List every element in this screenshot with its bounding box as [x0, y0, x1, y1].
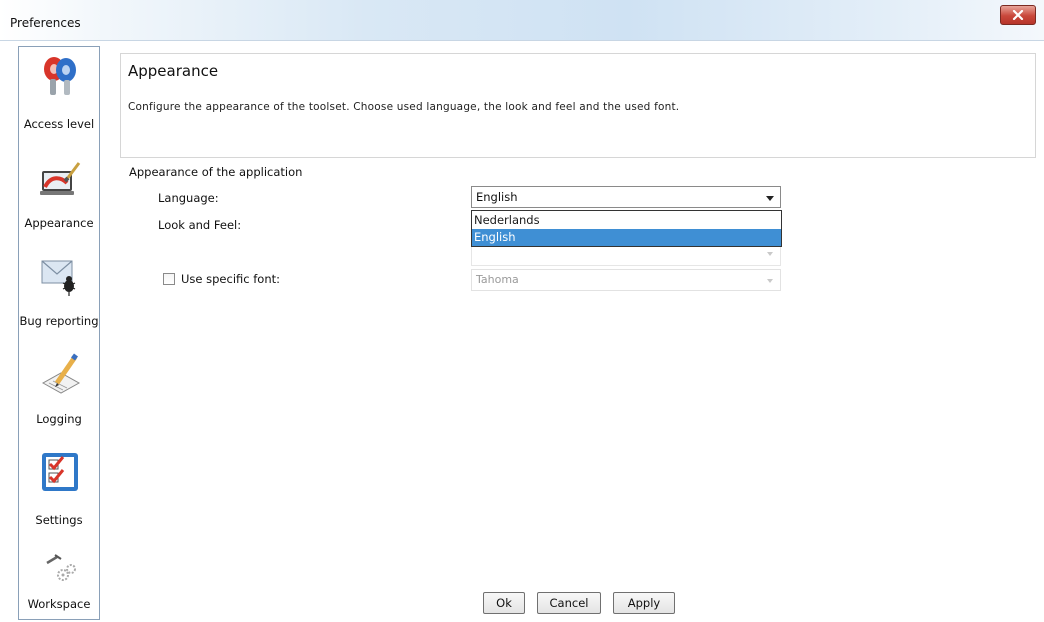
sidebar-item-label: Access level [23, 117, 95, 131]
language-value: English [476, 190, 518, 204]
sidebar-item-label: Bug reporting [19, 314, 99, 328]
close-icon [1012, 10, 1024, 20]
language-option-english[interactable]: English [472, 229, 781, 246]
use-specific-font-label: Use specific font: [181, 272, 281, 286]
title-bar: Preferences [0, 0, 1044, 41]
bug-envelope-icon [41, 260, 76, 296]
sidebar-item-label: Logging [36, 412, 82, 426]
tools-gears-icon [46, 554, 76, 581]
sidebar-item-label: Settings [35, 513, 83, 527]
font-value: Tahoma [476, 273, 519, 286]
chevron-down-icon [766, 196, 774, 201]
chevron-down-icon [767, 252, 773, 256]
cancel-button[interactable]: Cancel [537, 592, 601, 614]
use-specific-font-checkbox[interactable] [163, 273, 175, 285]
page-title: Appearance [128, 62, 219, 80]
look-and-feel-label: Look and Feel: [158, 218, 242, 232]
ok-button[interactable]: Ok [483, 592, 525, 614]
paint-laptop-icon [40, 162, 81, 195]
language-dropdown-list: Nederlands English [471, 210, 782, 247]
language-option-nederlands[interactable]: Nederlands [472, 212, 781, 229]
font-select[interactable]: Tahoma [471, 269, 781, 291]
preferences-sidebar: Access level Appearance Bug reporting Lo… [18, 46, 100, 620]
sidebar-item-label: Workspace [27, 597, 91, 611]
sidebar-item-label: Appearance [24, 216, 94, 230]
language-select[interactable]: English [471, 186, 781, 208]
apply-button[interactable]: Apply [613, 592, 675, 614]
look-and-feel-select[interactable] [471, 244, 781, 266]
close-button[interactable] [1000, 5, 1036, 25]
section-title: Appearance of the application [129, 165, 303, 179]
language-label: Language: [158, 191, 219, 205]
page-header: Appearance Configure the appearance of t… [120, 53, 1036, 158]
checklist-icon [42, 453, 78, 491]
keys-icon [44, 57, 76, 95]
window-title: Preferences [10, 16, 81, 30]
pencil-paper-icon [41, 353, 81, 394]
chevron-down-icon [767, 279, 773, 283]
page-description: Configure the appearance of the toolset.… [128, 101, 680, 113]
